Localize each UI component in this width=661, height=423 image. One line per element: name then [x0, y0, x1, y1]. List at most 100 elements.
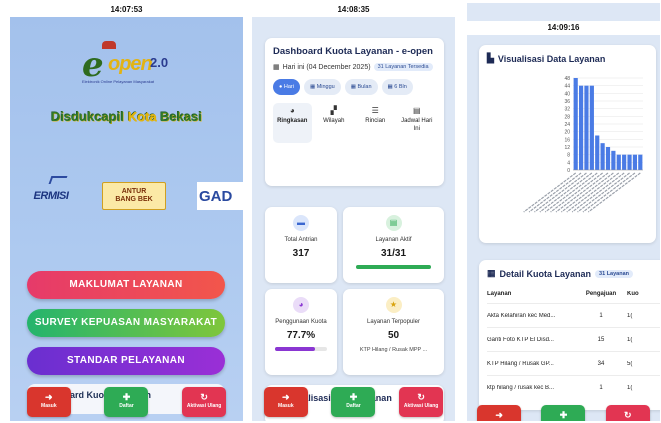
org-title-part: Disdukcapil — [50, 109, 128, 124]
tab-label: Rincian — [365, 118, 386, 124]
org-title-accent: Kota — [127, 109, 157, 124]
column-header[interactable]: Layanan — [487, 291, 575, 297]
daftar-button[interactable]: ✚Daftar — [331, 387, 376, 417]
nav-label: Aktivasi Ulang — [403, 403, 439, 409]
x-category-label — [550, 172, 603, 213]
masuk-button[interactable]: ➜Masuk — [263, 387, 308, 417]
cell-layanan: Ganti Foto KTP El Disd... — [487, 336, 554, 343]
aktivasi-ulang-button[interactable]: ↻Aktivasi Ulang — [605, 405, 650, 421]
tab-ringkasan[interactable]: ◕ Ringkasan — [273, 103, 312, 143]
x-category-label — [528, 172, 582, 213]
stat-value: 50 — [387, 330, 400, 341]
cell-kuota: 5( — [627, 360, 633, 367]
chart-bar[interactable] — [622, 154, 627, 170]
aktivasi-ulang-button[interactable]: ↻Aktivasi Ulang — [182, 387, 227, 417]
chart-bar[interactable] — [611, 150, 616, 170]
stat-total-antrian: ▬ Total Antrian 317 — [265, 207, 337, 283]
services-count-badge: 31 Layanan — [595, 269, 634, 278]
tab-label: Jadwal Hari Ini — [401, 118, 433, 132]
dashboard-date-row: ▦ Hari ini (04 December 2025) 31 Layanan… — [273, 63, 436, 71]
user-plus-icon: ✚ — [122, 392, 131, 402]
progress-fill — [275, 347, 316, 351]
refresh-icon: ↻ — [417, 392, 425, 402]
status-bar-time: 14:07:53 — [10, 3, 243, 17]
list-icon: ☰ — [371, 106, 379, 115]
y-tick-label: 44 — [564, 84, 570, 90]
dashboard-body: Dashboard Kuota Layanan - e-open ▦ Hari … — [252, 17, 455, 421]
active-service-icon: ▤ — [385, 215, 402, 231]
column-header[interactable]: Kuo — [627, 291, 657, 297]
partner-logo-ermisi[interactable]: ERMISI — [20, 176, 82, 210]
stat-label: Layanan Aktif — [375, 237, 412, 243]
x-category-label — [544, 172, 598, 213]
chart-bar[interactable] — [638, 154, 643, 170]
home-body: e open 2.0 Elektronik Online Pelayanan M… — [10, 17, 243, 421]
star-icon: ★ — [385, 297, 402, 313]
x-category-label — [561, 172, 614, 213]
period-minggu[interactable]: ▦ Minggu — [303, 79, 341, 95]
cell-kuota: 1( — [627, 336, 633, 343]
card-title: Detail Kuota Layanan — [499, 268, 592, 279]
cell-layanan: KTP Hilang / Rusak GP... — [487, 360, 554, 367]
daftar-button[interactable]: ✚Daftar — [541, 405, 586, 421]
user-plus-icon: ✚ — [559, 410, 568, 420]
cell-kuota: 1( — [627, 384, 633, 391]
tab-jadwal[interactable]: ▤ Jadwal Hari Ini — [398, 103, 437, 143]
tab-wilayah[interactable]: ▞ Wilayah — [315, 103, 354, 143]
maklumat-layanan-button[interactable]: MAKLUMAT LAYANAN — [27, 271, 225, 299]
chart-bar[interactable] — [616, 154, 621, 170]
chart-bar[interactable] — [578, 85, 584, 170]
y-tick-label: 8 — [567, 153, 570, 159]
stat-penggunaan-kuota: ◕ Penggunaan Kuota 77.7% — [265, 289, 337, 375]
survey-kepuasan-button[interactable]: SURVEY KEPUASAN MASYARAKAT — [27, 309, 225, 337]
chart-bar[interactable] — [627, 154, 632, 170]
y-tick-label: 24 — [564, 122, 570, 128]
partner-logo-bang-bek[interactable]: ANTUR BANG BEK — [102, 182, 166, 210]
table-icon: ▦ — [487, 268, 496, 278]
aktivasi-ulang-button[interactable]: ↻Aktivasi Ulang — [399, 387, 444, 417]
period-label: Minggu — [316, 84, 335, 90]
dashboard-tabs: ◕ Ringkasan ▞ Wilayah ☰ Rincian ▤ Jadwal Har… — [273, 103, 436, 143]
tab-rincian[interactable]: ☰ Rincian — [356, 103, 395, 143]
cell-pengajuan: 1 — [599, 312, 603, 319]
standar-pelayanan-button[interactable]: STANDAR PELAYANAN — [27, 347, 225, 375]
table-row[interactable]: Ganti Foto KTP El Disd... 15 1( — [487, 327, 660, 351]
detail-screen: 14:09:16 ▙ Visualisasi Data Layanan 48 44… — [467, 3, 660, 421]
cell-pengajuan: 34 — [597, 360, 605, 367]
screenshot-stage: 14:07:53 e open 2.0 Elektronik Online Pe… — [0, 0, 661, 423]
y-tick-label: 36 — [564, 99, 570, 105]
chart-bar[interactable] — [595, 135, 600, 171]
pie-chart-icon: ◕ — [293, 297, 309, 313]
chart-bar[interactable] — [600, 143, 605, 170]
period-bulan[interactable]: ▦ Bulan — [344, 79, 378, 95]
available-services-badge: 31 Layanan Tersedia — [373, 63, 433, 71]
chart-bar[interactable] — [589, 85, 594, 170]
stat-layanan-aktif: ▤ Layanan Aktif 31/31 — [343, 207, 444, 283]
chart-bar[interactable] — [632, 154, 638, 170]
column-header[interactable]: Pengajuan — [575, 291, 627, 297]
chart-bar[interactable] — [605, 147, 611, 170]
table-row[interactable]: ktp hilang / rusak kec B... 1 1( — [487, 375, 660, 399]
chart-bar[interactable] — [573, 78, 578, 170]
login-icon: ➜ — [282, 392, 290, 402]
bottom-nav: ➜Masuk ✚Daftar ↻Aktivasi Ulang — [252, 383, 455, 421]
stat-value: 31/31 — [380, 248, 407, 259]
chart-bar[interactable] — [584, 85, 589, 170]
partner-logo-gad[interactable]: GAD — [197, 182, 243, 210]
masuk-button[interactable]: ➜Masuk — [477, 405, 522, 421]
dashboard-title: Dashboard Kuota Layanan - e-open — [273, 46, 433, 57]
dashboard-header-card: Dashboard Kuota Layanan - e-open ▦ Hari … — [265, 38, 444, 186]
table-row[interactable]: KTP Hilang / Rusak GP... 34 5( — [487, 351, 660, 375]
period-6bln[interactable]: ▦ 6 Bln — [381, 79, 413, 95]
eopen-logo: e open 2.0 Elektronik Online Pelayanan M… — [78, 39, 188, 91]
x-category-label — [534, 172, 587, 213]
table-header: Layanan Pengajuan Kuo — [487, 291, 660, 303]
period-hari[interactable]: ● Hari — [273, 79, 300, 95]
table-row[interactable]: Akta Kelahiran kec Med... 1 1( — [487, 303, 660, 327]
calendar-day-icon: ▤ — [412, 106, 421, 115]
daftar-button[interactable]: ✚Daftar — [104, 387, 149, 417]
masuk-button[interactable]: ➜Masuk — [26, 387, 71, 417]
y-tick-label: 20 — [564, 130, 570, 136]
y-tick-label: 0 — [567, 168, 570, 174]
period-label: Bulan — [357, 84, 372, 90]
